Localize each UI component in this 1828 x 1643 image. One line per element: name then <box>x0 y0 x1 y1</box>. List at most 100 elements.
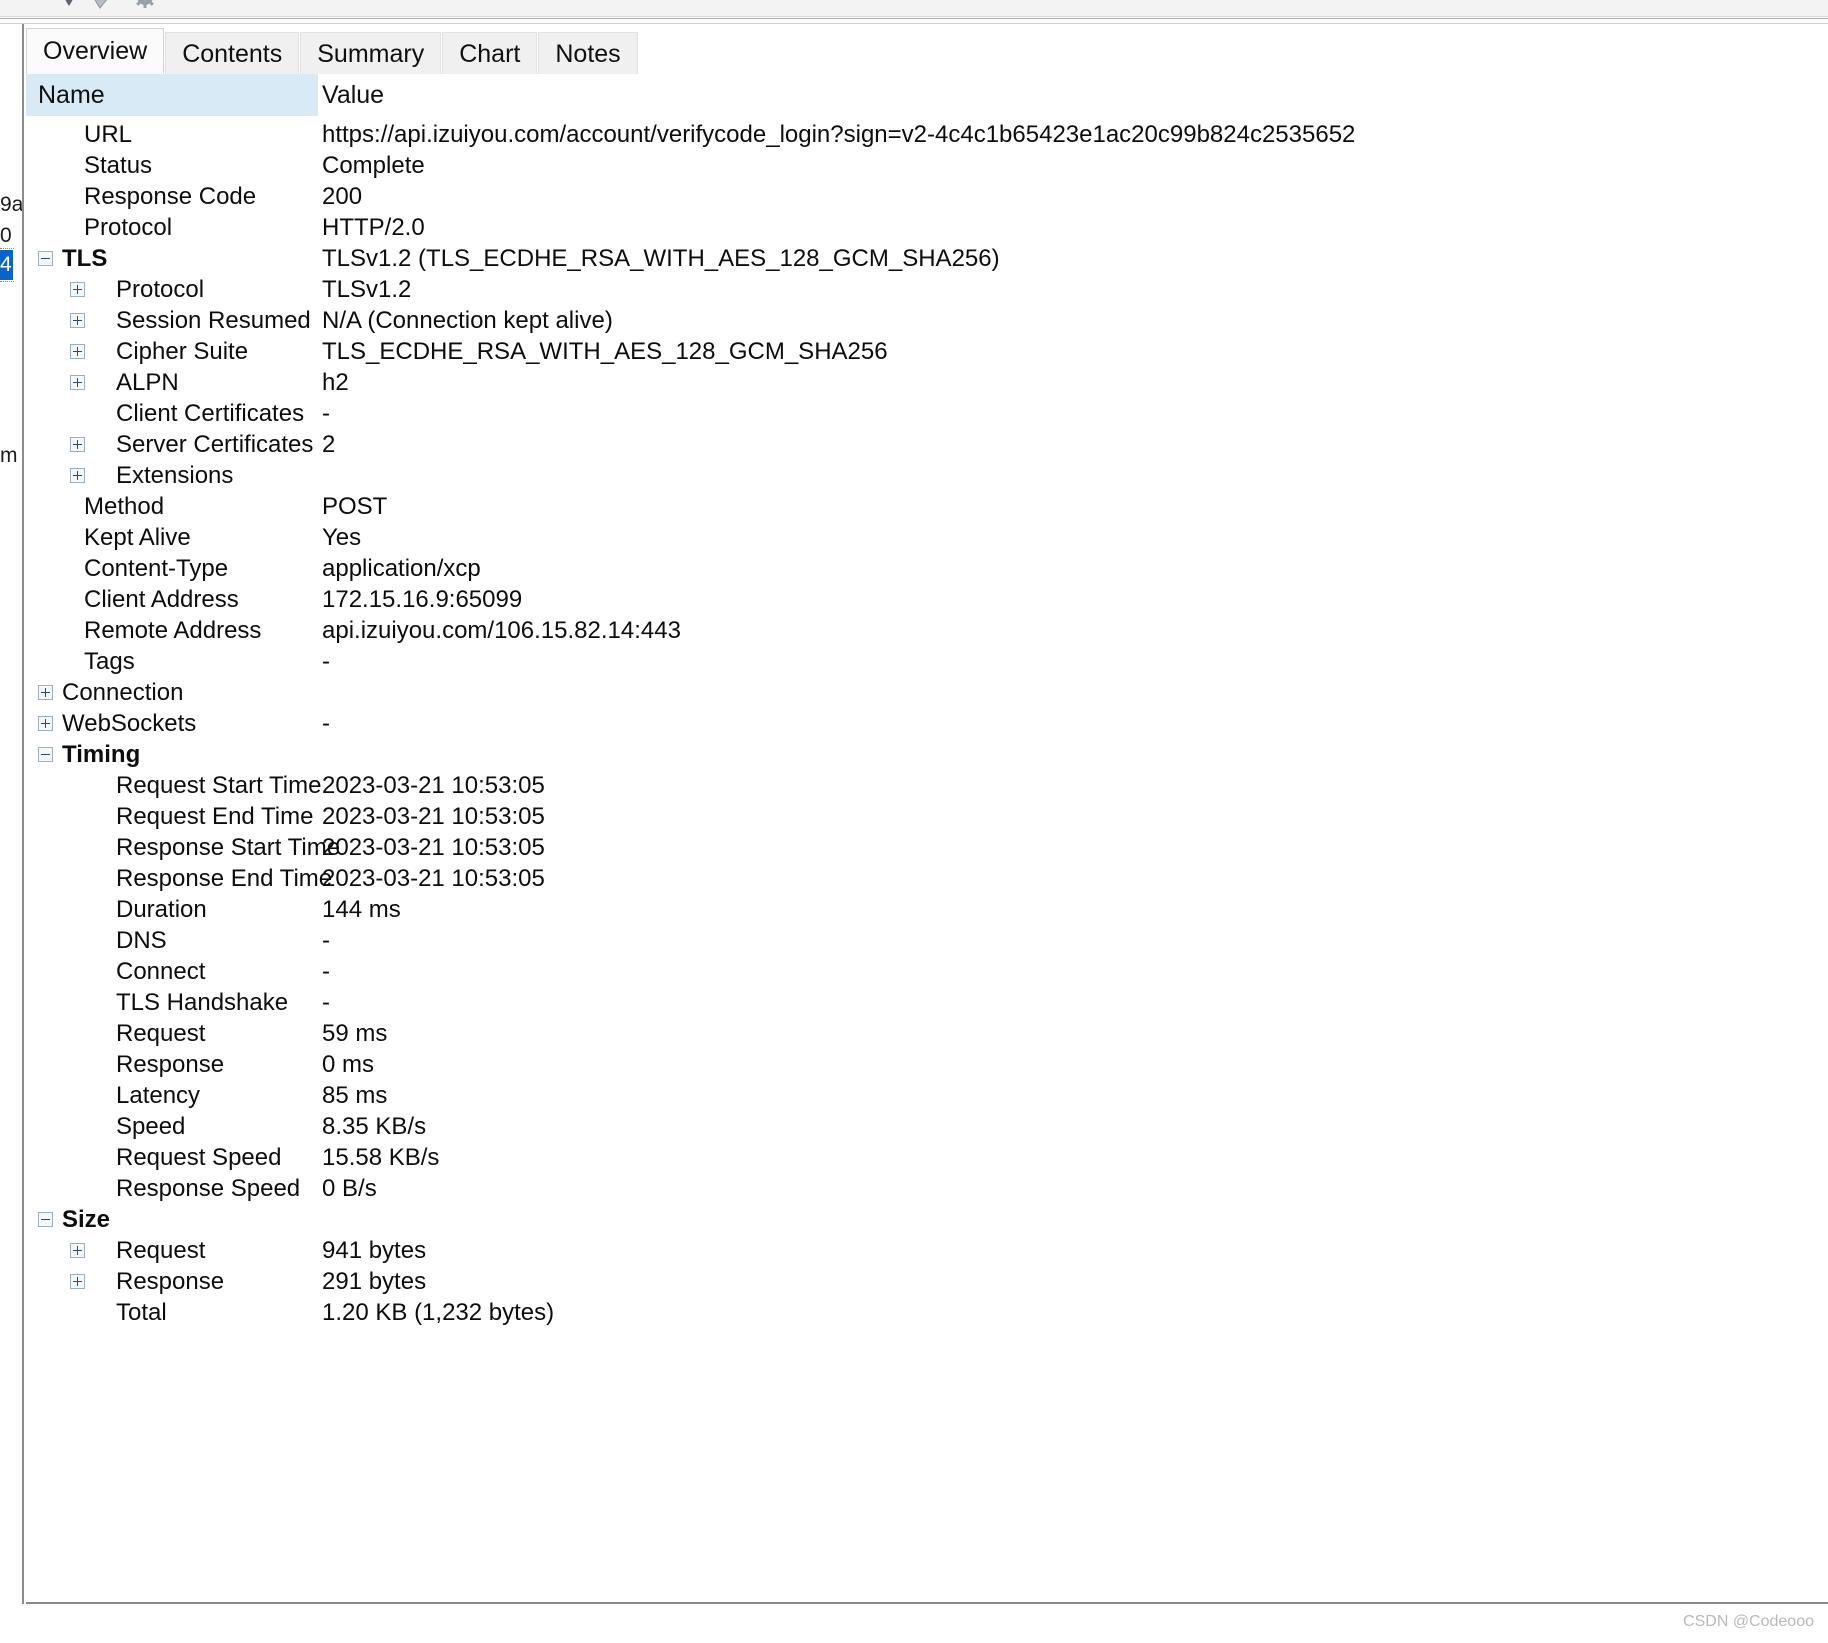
row-value-cell[interactable]: 941 bytes <box>318 1235 1828 1266</box>
row-value-cell[interactable]: TLSv1.2 (TLS_ECDHE_RSA_WITH_AES_128_GCM_… <box>318 243 1828 274</box>
table-row[interactable]: Extensions <box>26 460 1828 491</box>
row-value-cell[interactable]: 85 ms <box>318 1080 1828 1111</box>
table-row[interactable]: Cipher Suite TLS_ECDHE_RSA_WITH_AES_128_G… <box>26 336 1828 367</box>
row-value-cell[interactable]: 2023-03-21 10:53:05 <box>318 863 1828 894</box>
table-row[interactable]: Remote Address api.izuiyou.com/106.15.82.… <box>26 615 1828 646</box>
table-row[interactable]: Request Speed 15.58 KB/s <box>26 1142 1828 1173</box>
row-value-cell[interactable]: Complete <box>318 150 1828 181</box>
table-row[interactable]: Connection <box>26 677 1828 708</box>
table-row[interactable]: Request End Time 2023-03-21 10:53:05 <box>26 801 1828 832</box>
expand-icon[interactable] <box>38 716 53 731</box>
row-value-cell[interactable]: api.izuiyou.com/106.15.82.14:443 <box>318 615 1828 646</box>
table-row[interactable]: WebSockets - <box>26 708 1828 739</box>
table-row[interactable]: Timing <box>26 739 1828 770</box>
row-value-cell[interactable]: TLSv1.2 <box>318 274 1828 305</box>
row-value-cell[interactable] <box>318 1204 1828 1235</box>
row-value-cell[interactable]: 172.15.16.9:65099 <box>318 584 1828 615</box>
table-row[interactable]: Response End Time 2023-03-21 10:53:05 <box>26 863 1828 894</box>
collapse-icon[interactable] <box>38 747 53 762</box>
table-row[interactable]: Status Complete <box>26 150 1828 181</box>
row-value-cell[interactable]: 59 ms <box>318 1018 1828 1049</box>
row-value-cell[interactable]: 0 ms <box>318 1049 1828 1080</box>
row-value-cell[interactable]: - <box>318 398 1828 429</box>
collapse-icon[interactable] <box>38 251 53 266</box>
row-value-cell[interactable]: https://api.izuiyou.com/account/verifyco… <box>318 119 1828 150</box>
collapse-icon[interactable] <box>38 1212 53 1227</box>
table-row[interactable]: Content-Type application/xcp <box>26 553 1828 584</box>
table-row[interactable]: Request Start Time 2023-03-21 10:53:05 <box>26 770 1828 801</box>
table-row[interactable]: Server Certificates 2 <box>26 429 1828 460</box>
tab-contents[interactable]: Contents <box>165 32 300 74</box>
expand-icon[interactable] <box>70 282 85 297</box>
table-row[interactable]: URL https://api.izuiyou.com/account/verif… <box>26 119 1828 150</box>
expand-icon[interactable] <box>70 1274 85 1289</box>
row-value-cell[interactable]: - <box>318 708 1828 739</box>
table-row[interactable]: Response Code 200 <box>26 181 1828 212</box>
expand-icon[interactable] <box>70 1243 85 1258</box>
row-value-cell[interactable]: 1.20 KB (1,232 bytes) <box>318 1297 1828 1328</box>
tab-notes[interactable]: Notes <box>538 32 638 74</box>
table-row[interactable]: Tags - <box>26 646 1828 677</box>
row-value-cell[interactable]: 8.35 KB/s <box>318 1111 1828 1142</box>
pin-icon[interactable] <box>56 0 82 12</box>
table-row[interactable]: Method POST <box>26 491 1828 522</box>
row-value-cell[interactable]: 2 <box>318 429 1828 460</box>
expand-icon[interactable] <box>70 468 85 483</box>
table-row[interactable]: Duration 144 ms <box>26 894 1828 925</box>
row-value-cell[interactable]: Yes <box>318 522 1828 553</box>
row-value-cell[interactable] <box>318 677 1828 708</box>
table-row[interactable]: TLS TLSv1.2 (TLS_ECDHE_RSA_WITH_AES_128_G… <box>26 243 1828 274</box>
row-value-cell[interactable]: h2 <box>318 367 1828 398</box>
table-row[interactable]: Response 0 ms <box>26 1049 1828 1080</box>
table-row[interactable]: Total 1.20 KB (1,232 bytes) <box>26 1297 1828 1328</box>
row-value-cell[interactable]: 2023-03-21 10:53:05 <box>318 832 1828 863</box>
column-header-value[interactable]: Value <box>318 74 1828 116</box>
tab-summary[interactable]: Summary <box>300 32 442 74</box>
table-row[interactable]: Client Certificates - <box>26 398 1828 429</box>
row-value-cell[interactable] <box>318 739 1828 770</box>
table-row[interactable]: Size <box>26 1204 1828 1235</box>
table-row[interactable]: TLS Handshake - <box>26 987 1828 1018</box>
row-value-cell[interactable]: TLS_ECDHE_RSA_WITH_AES_128_GCM_SHA256 <box>318 336 1828 367</box>
row-value-cell[interactable]: HTTP/2.0 <box>318 212 1828 243</box>
row-value-cell[interactable]: application/xcp <box>318 553 1828 584</box>
tab-overview[interactable]: Overview <box>26 28 165 74</box>
table-row[interactable]: Kept Alive Yes <box>26 522 1828 553</box>
row-value-cell[interactable]: 200 <box>318 181 1828 212</box>
row-value-cell[interactable]: 291 bytes <box>318 1266 1828 1297</box>
row-value-cell[interactable]: 2023-03-21 10:53:05 <box>318 770 1828 801</box>
row-value-cell[interactable]: - <box>318 925 1828 956</box>
expand-icon[interactable] <box>70 375 85 390</box>
row-value-cell[interactable] <box>318 460 1828 491</box>
row-value-cell[interactable]: 0 B/s <box>318 1173 1828 1204</box>
table-row[interactable]: Client Address 172.15.16.9:65099 <box>26 584 1828 615</box>
row-value-cell[interactable]: N/A (Connection kept alive) <box>318 305 1828 336</box>
expand-icon[interactable] <box>70 313 85 328</box>
expand-icon[interactable] <box>70 437 85 452</box>
table-row[interactable]: Protocol TLSv1.2 <box>26 274 1828 305</box>
expand-icon[interactable] <box>70 344 85 359</box>
table-row[interactable]: Protocol HTTP/2.0 <box>26 212 1828 243</box>
row-value-cell[interactable]: 2023-03-21 10:53:05 <box>318 801 1828 832</box>
table-row[interactable]: Request 59 ms <box>26 1018 1828 1049</box>
row-value-cell[interactable]: - <box>318 956 1828 987</box>
gear-icon[interactable] <box>132 0 158 12</box>
row-value-cell[interactable]: POST <box>318 491 1828 522</box>
table-row[interactable]: ALPN h2 <box>26 367 1828 398</box>
table-row[interactable]: Response Speed 0 B/s <box>26 1173 1828 1204</box>
row-value-cell[interactable]: 144 ms <box>318 894 1828 925</box>
table-row[interactable]: Request 941 bytes <box>26 1235 1828 1266</box>
table-row[interactable]: Session Resumed N/A (Connection kept aliv… <box>26 305 1828 336</box>
row-value-cell[interactable]: - <box>318 987 1828 1018</box>
table-row[interactable]: DNS - <box>26 925 1828 956</box>
row-value-cell[interactable]: 15.58 KB/s <box>318 1142 1828 1173</box>
tag-icon[interactable] <box>88 0 114 12</box>
table-row[interactable]: Speed 8.35 KB/s <box>26 1111 1828 1142</box>
table-row[interactable]: Latency 85 ms <box>26 1080 1828 1111</box>
table-row[interactable]: Response 291 bytes <box>26 1266 1828 1297</box>
row-value-cell[interactable]: - <box>318 646 1828 677</box>
table-row[interactable]: Connect - <box>26 956 1828 987</box>
expand-icon[interactable] <box>38 685 53 700</box>
tab-chart[interactable]: Chart <box>442 32 538 74</box>
table-row[interactable]: Response Start Time 2023-03-21 10:53:05 <box>26 832 1828 863</box>
